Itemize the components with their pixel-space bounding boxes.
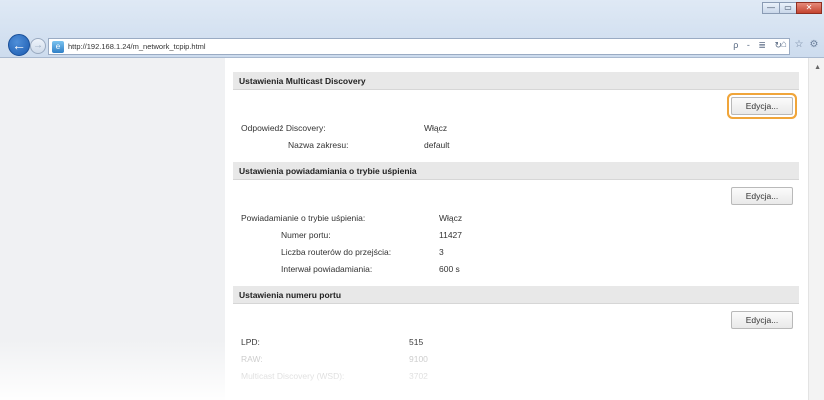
setting-label: Odpowiedź Discovery:	[241, 123, 326, 133]
setting-label: LPD:	[241, 337, 260, 347]
address-url[interactable]: http://192.168.1.24/m_network_tcpip.html	[68, 42, 206, 51]
setting-row: Numer portu: 11427	[233, 227, 799, 244]
settings-gear-icon[interactable]: ⚙	[808, 38, 820, 52]
setting-label: RAW:	[241, 354, 263, 364]
setting-row: Liczba routerów do przejścia: 3	[233, 244, 799, 261]
maximize-button[interactable]: ▭	[779, 2, 797, 14]
setting-value: 600 s	[439, 264, 460, 274]
setting-value: Włącz	[439, 213, 463, 223]
setting-value: 3	[439, 247, 444, 257]
setting-label: Multicast Discovery (WSD):	[241, 371, 345, 381]
left-navigation-column	[0, 58, 225, 400]
forward-button[interactable]: →	[30, 38, 46, 54]
vertical-scrollbar[interactable]: ▲	[808, 58, 824, 400]
edit-button-port[interactable]: Edycja...	[731, 311, 793, 329]
close-button[interactable]: ✕	[796, 2, 822, 14]
setting-value: 3702	[409, 371, 428, 381]
setting-value: 9100	[409, 354, 428, 364]
edit-button-sleep[interactable]: Edycja...	[731, 187, 793, 205]
setting-label: Nazwa zakresu:	[288, 140, 349, 150]
page-viewport: ▲ Ustawienia Multicast Discovery Edycja.…	[0, 58, 824, 400]
setting-row: Interwał powiadamiania: 600 s	[233, 261, 799, 278]
section-title-sleep: Ustawienia powiadamiania o trybie uśpien…	[233, 162, 799, 180]
window-controls: — ▭ ✕	[762, 2, 822, 14]
address-bar[interactable]: e http://192.168.1.24/m_network_tcpip.ht…	[48, 38, 790, 55]
setting-value: Włącz	[424, 123, 448, 133]
section-title-multicast: Ustawienia Multicast Discovery	[233, 72, 799, 90]
arrow-left-icon: ←	[12, 37, 26, 53]
section-title-port: Ustawienia numeru portu	[233, 286, 799, 304]
setting-value: 11427	[439, 230, 463, 240]
toolbar-icons: ⌂ ☆ ⚙	[775, 38, 820, 52]
settings-content: Ustawienia Multicast Discovery Edycja...…	[233, 72, 799, 385]
setting-label: Powiadamianie o trybie uśpienia:	[241, 213, 366, 223]
scroll-up-icon[interactable]: ▲	[814, 64, 821, 71]
setting-label: Interwał powiadamiania:	[281, 264, 373, 274]
setting-label: Numer portu:	[281, 230, 331, 240]
setting-row: Multicast Discovery (WSD): 3702	[233, 368, 799, 385]
setting-row: LPD: 515	[233, 334, 799, 351]
setting-row: Odpowiedź Discovery: Włącz	[233, 120, 799, 137]
setting-row: Powiadamianie o trybie uśpienia: Włącz	[233, 210, 799, 227]
setting-value: 515	[409, 337, 424, 347]
section-port: Edycja... LPD: 515 RAW: 9100 Multicast D…	[233, 304, 799, 385]
setting-value: default	[424, 140, 450, 150]
favorites-star-icon[interactable]: ☆	[793, 38, 805, 52]
arrow-right-icon: →	[33, 40, 43, 51]
home-icon[interactable]: ⌂	[778, 38, 790, 52]
setting-label: Liczba routerów do przejścia:	[281, 247, 392, 257]
page-favicon-icon: e	[52, 40, 64, 53]
minimize-button[interactable]: —	[762, 2, 780, 14]
setting-row: Nazwa zakresu: default	[233, 137, 799, 154]
section-multicast: Edycja... Odpowiedź Discovery: Włącz Naz…	[233, 90, 799, 162]
setting-row: RAW: 9100	[233, 351, 799, 368]
edit-button-multicast[interactable]: Edycja...	[731, 97, 793, 115]
section-sleep: Edycja... Powiadamianie o trybie uśpieni…	[233, 180, 799, 286]
back-button[interactable]: ←	[8, 34, 30, 56]
browser-chrome: — ▭ ✕ ← → e http://192.168.1.24/m_networ…	[0, 0, 824, 58]
